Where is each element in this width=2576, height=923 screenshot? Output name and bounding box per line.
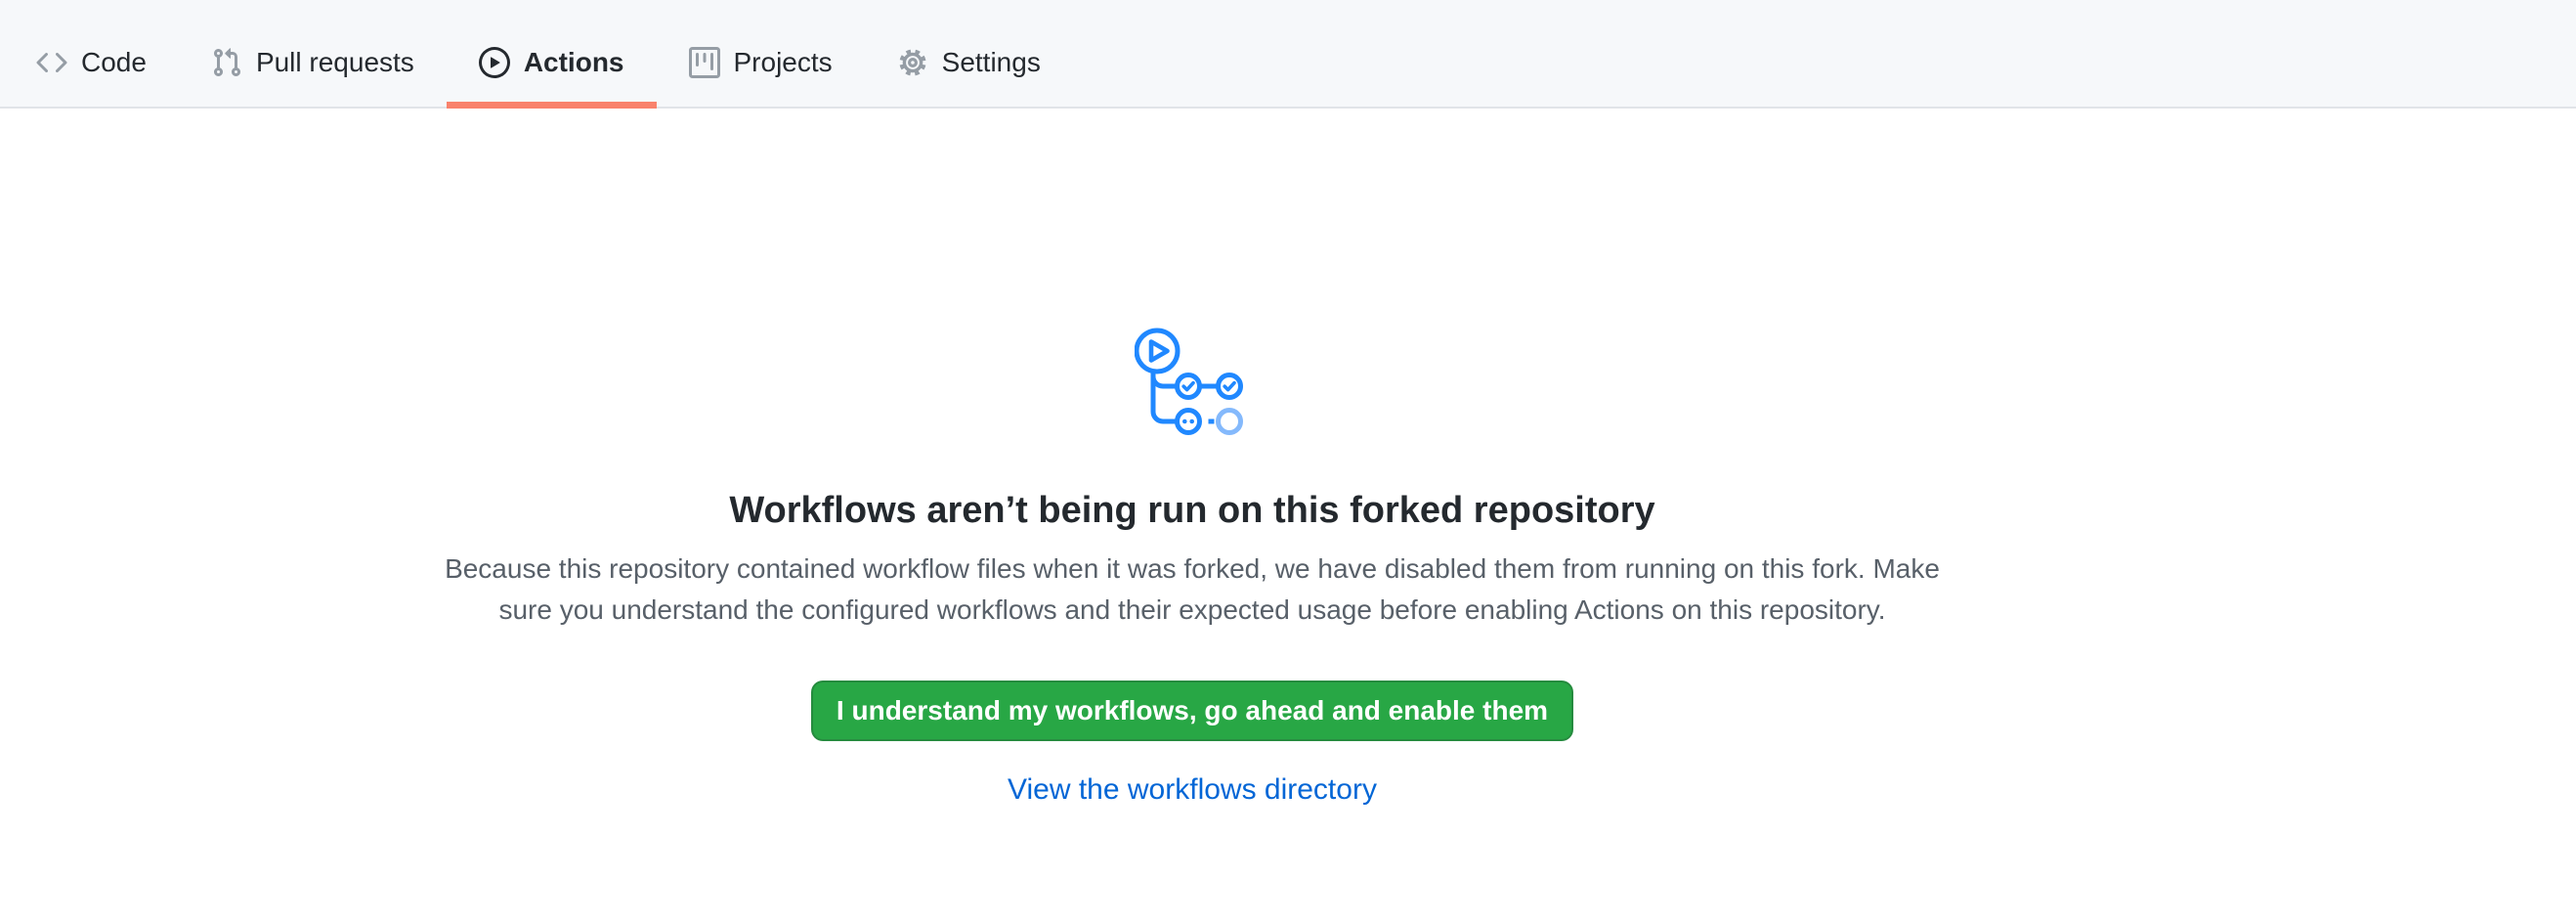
blankslate-heading: Workflows aren’t being run on this forke…	[729, 488, 1654, 533]
blankslate-description: Because this repository contained workfl…	[445, 549, 1940, 631]
tab-pull-requests[interactable]: Pull requests	[179, 18, 447, 107]
repository-actions-page: Code Pull requests Actions Projects	[0, 0, 2576, 923]
enable-workflows-button[interactable]: I understand my workflows, go ahead and …	[811, 681, 1573, 741]
actions-blankslate: Workflows aren’t being run on this forke…	[0, 109, 2384, 808]
tab-label: Projects	[734, 49, 833, 76]
repo-tab-bar: Code Pull requests Actions Projects	[0, 0, 2576, 109]
view-workflows-directory-link[interactable]: View the workflows directory	[1008, 772, 1377, 808]
code-icon	[36, 47, 67, 78]
gear-icon	[897, 47, 928, 78]
tab-label: Code	[81, 49, 147, 76]
project-icon	[689, 47, 720, 78]
workflow-graph-icon	[1135, 328, 1250, 447]
tab-label: Actions	[524, 49, 624, 76]
pull-request-icon	[211, 47, 242, 78]
tab-actions[interactable]: Actions	[447, 18, 657, 107]
tab-label: Pull requests	[256, 49, 414, 76]
play-icon	[479, 47, 510, 78]
description-line: sure you understand the configured workf…	[498, 594, 1885, 625]
tab-settings[interactable]: Settings	[865, 18, 1073, 107]
tab-label: Settings	[942, 49, 1041, 76]
description-line: Because this repository contained workfl…	[445, 553, 1940, 584]
tab-projects[interactable]: Projects	[657, 18, 865, 107]
tab-code[interactable]: Code	[4, 18, 179, 107]
